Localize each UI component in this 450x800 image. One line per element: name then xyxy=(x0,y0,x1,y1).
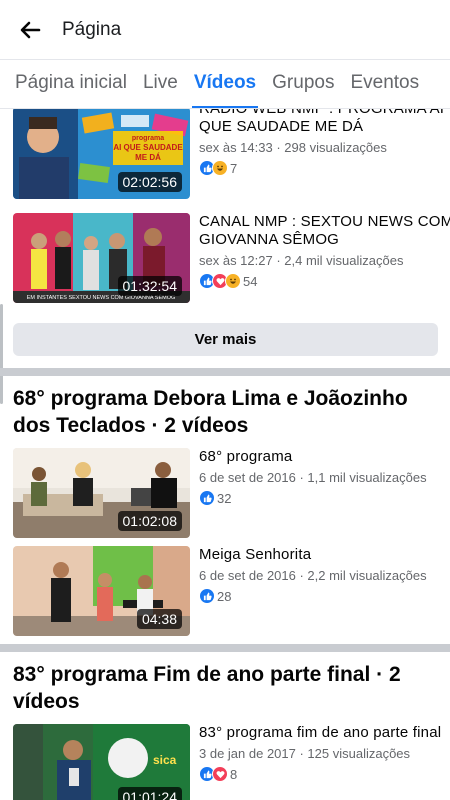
haha-reaction-icon xyxy=(212,160,228,176)
tab-grupos[interactable]: Grupos xyxy=(264,60,342,108)
ver-mais-button[interactable]: Ver mais xyxy=(13,323,438,356)
video-thumbnail[interactable]: sica 01:01:24 xyxy=(13,724,190,800)
video-meta: 3 de jan de 2017 · 125 visualizações xyxy=(199,746,411,761)
video-info: Meiga Senhorita 6 de set de 2016 · 2,2 m… xyxy=(199,546,450,605)
top-bar: Página xyxy=(0,0,450,60)
video-duration: 02:02:56 xyxy=(117,172,182,192)
video-meta: sex às 12:27 · 2,4 mil visualizações xyxy=(199,253,404,268)
love-reaction-icon xyxy=(212,766,228,782)
video-thumbnail[interactable]: programa AI QUE SAUDADE ME DÁ 02:02:56 xyxy=(13,109,190,199)
reaction-count: 8 xyxy=(230,766,238,782)
video-thumbnail[interactable]: EM INSTANTES SEXTOU NEWS COM GIOVANNA SÊ… xyxy=(13,213,190,303)
like-reaction-icon xyxy=(199,490,215,506)
section-divider xyxy=(0,368,450,376)
video-duration: 01:02:08 xyxy=(117,511,182,531)
svg-text:ME DÁ: ME DÁ xyxy=(135,153,161,162)
video-title[interactable]: 83° programa fim de ano parte final xyxy=(199,724,450,742)
reaction-summary[interactable]: 7 xyxy=(199,159,450,177)
video-item[interactable]: EM INSTANTES SEXTOU NEWS COM GIOVANNA SÊ… xyxy=(13,213,450,303)
section-divider xyxy=(0,644,450,652)
video-thumbnail[interactable]: 01:02:08 xyxy=(13,448,190,538)
video-title[interactable]: CANAL NMP : SEXTOU NEWS COM GIOVANNA SÊM… xyxy=(199,213,450,249)
video-meta: 6 de set de 2016 · 1,1 mil visualizações xyxy=(199,470,427,485)
page-title: Página xyxy=(62,18,122,40)
tab-pagina-inicial[interactable]: Página inicial xyxy=(0,60,135,108)
tab-videos[interactable]: Vídeos xyxy=(186,60,264,108)
video-duration: 01:01:24 xyxy=(117,787,182,800)
video-item[interactable]: 01:02:08 68° programa 6 de set de 2016 ·… xyxy=(13,448,438,538)
back-button[interactable] xyxy=(0,0,60,60)
reaction-count: 32 xyxy=(217,490,232,506)
tab-eventos[interactable]: Eventos xyxy=(342,60,427,108)
reaction-summary[interactable]: 8 xyxy=(199,765,450,783)
haha-reaction-icon xyxy=(225,273,241,289)
reaction-count: 54 xyxy=(243,273,258,289)
svg-text:sica: sica xyxy=(153,753,177,767)
svg-text:programa: programa xyxy=(132,135,164,142)
tab-live[interactable]: Live xyxy=(135,60,186,108)
reaction-summary[interactable]: 28 xyxy=(199,587,450,605)
video-meta: sex às 14:33 · 298 visualizações xyxy=(199,140,387,155)
video-item[interactable]: programa AI QUE SAUDADE ME DÁ 02:02:56 R… xyxy=(13,109,444,199)
video-info: CANAL NMP : SEXTOU NEWS COM GIOVANNA SÊM… xyxy=(199,213,450,290)
video-info: 83° programa fim de ano parte final 3 de… xyxy=(199,724,450,783)
video-title[interactable]: 68° programa xyxy=(199,448,450,466)
video-meta: 6 de set de 2016 · 2,2 mil visualizações xyxy=(199,568,427,583)
video-duration: 04:38 xyxy=(136,609,182,629)
video-title[interactable]: Meiga Senhorita xyxy=(199,546,450,564)
video-duration: 01:32:54 xyxy=(117,276,182,296)
video-item[interactable]: 04:38 Meiga Senhorita 6 de set de 2016 ·… xyxy=(13,546,438,636)
video-feed[interactable]: programa AI QUE SAUDADE ME DÁ 02:02:56 R… xyxy=(0,109,450,800)
reaction-count: 7 xyxy=(230,160,238,176)
tab-bar: Página inicial Live Vídeos Grupos Evento… xyxy=(0,60,450,109)
arrow-left-icon xyxy=(20,21,41,38)
scrollbar[interactable] xyxy=(0,304,3,404)
reaction-summary[interactable]: 54 xyxy=(199,272,450,290)
reaction-summary[interactable]: 32 xyxy=(199,489,450,507)
video-title[interactable]: RADIO WEB NMP : PROGRAMA AI QUE SAUDADE … xyxy=(199,109,450,136)
video-info: RADIO WEB NMP : PROGRAMA AI QUE SAUDADE … xyxy=(199,109,450,177)
video-info: 68° programa 6 de set de 2016 · 1,1 mil … xyxy=(199,448,450,507)
svg-text:AI QUE SAUDADE: AI QUE SAUDADE xyxy=(113,143,183,152)
like-reaction-icon xyxy=(199,588,215,604)
playlist-title[interactable]: 68° programa Debora Lima e Joãozinho dos… xyxy=(13,385,443,439)
video-item[interactable]: sica 01:01:24 83° programa fim de ano pa… xyxy=(13,724,441,800)
video-thumbnail[interactable]: 04:38 xyxy=(13,546,190,636)
playlist-title[interactable]: 83° programa Fim de ano parte final · 2 … xyxy=(13,661,443,715)
reaction-count: 28 xyxy=(217,588,232,604)
